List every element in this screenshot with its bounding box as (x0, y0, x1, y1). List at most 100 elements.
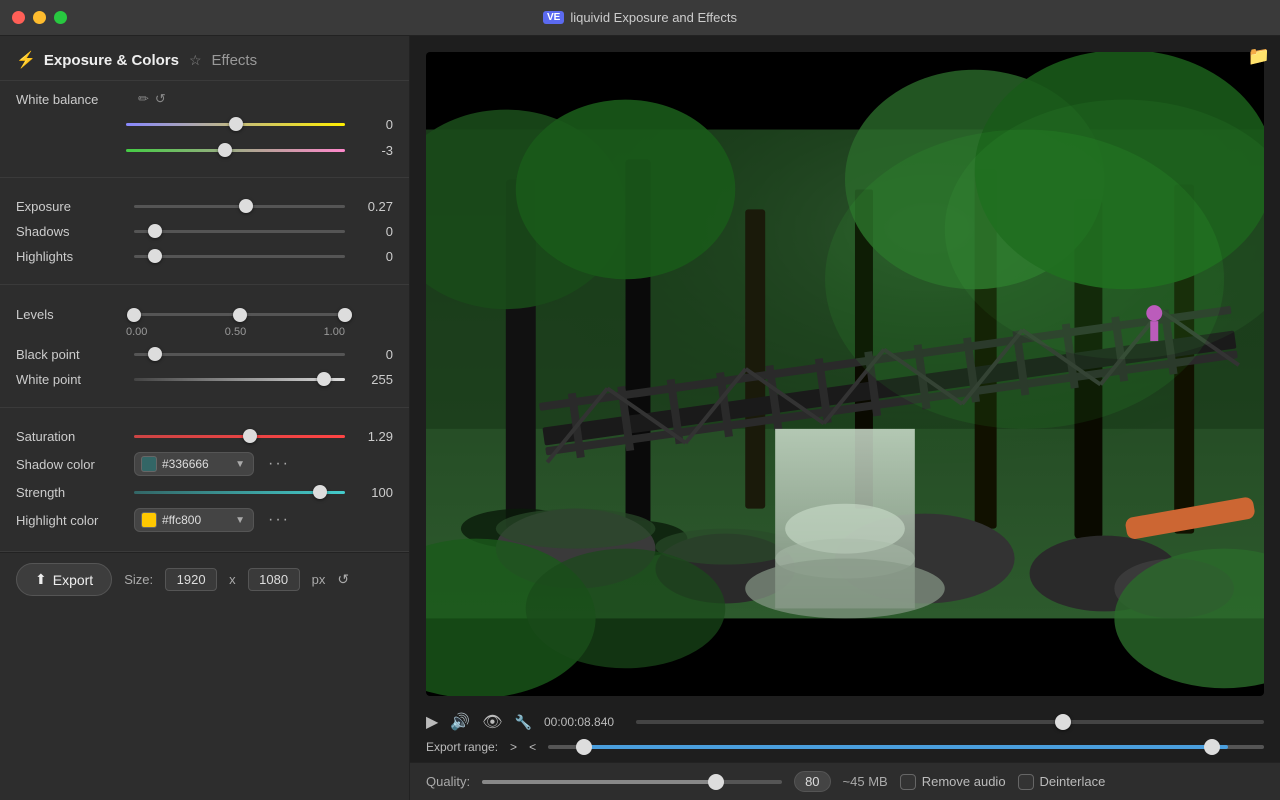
shadows-label: Shadows (16, 224, 126, 239)
wb-thumb1[interactable] (229, 117, 243, 131)
exposure-label: Exposure (16, 199, 126, 214)
white-point-track (134, 378, 345, 381)
quality-value-badge: 80 (794, 771, 830, 792)
close-button[interactable] (12, 11, 25, 24)
shadows-slider[interactable] (134, 222, 345, 240)
remove-audio-checkbox[interactable]: Remove audio (900, 774, 1006, 790)
range-track[interactable] (548, 745, 1264, 749)
exposure-thumb[interactable] (239, 199, 253, 213)
quality-bar: Quality: 80 ~45 MB Remove audio Deinterl… (410, 762, 1280, 800)
remove-audio-check-box[interactable] (900, 774, 916, 790)
wb-track2 (126, 149, 345, 152)
levels-thumb-left[interactable] (127, 308, 141, 322)
panel-header: ⚡ Exposure & Colors ☆ Effects (0, 36, 409, 81)
refresh-icon[interactable]: ↺ (337, 571, 349, 588)
levels-track[interactable] (134, 313, 345, 316)
deinterlace-check-box[interactable] (1018, 774, 1034, 790)
shadow-color-row: Shadow color #336666 ▼ ··· (16, 452, 393, 476)
wb-slider2-row: -3 (16, 141, 393, 159)
maximize-button[interactable] (54, 11, 67, 24)
px-label: px (312, 572, 326, 587)
strength-label: Strength (16, 485, 126, 500)
size-x-sep: x (229, 572, 236, 587)
right-panel: 📁 (410, 36, 1280, 800)
highlight-color-more-button[interactable]: ··· (262, 509, 296, 531)
star-icon[interactable]: ☆ (189, 52, 202, 69)
white-point-label: White point (16, 372, 126, 387)
strength-slider[interactable] (134, 483, 345, 501)
levels-thumb-mid[interactable] (233, 308, 247, 322)
wb-icons: ✏ ↺ (138, 91, 166, 107)
deinterlace-checkbox[interactable]: Deinterlace (1018, 774, 1106, 790)
range-fill (584, 745, 1228, 749)
white-point-slider[interactable] (134, 370, 345, 388)
dropdown-arrow-icon: ▼ (235, 459, 245, 470)
wrench-icon[interactable]: 🔧 (515, 714, 532, 731)
shadows-thumb[interactable] (148, 224, 162, 238)
shadow-color-swatch (141, 456, 157, 472)
shadow-color-value: #336666 (162, 457, 209, 471)
effects-tab[interactable]: Effects (212, 52, 258, 69)
highlights-value: 0 (353, 249, 393, 264)
eyedropper-icon[interactable]: ✏ (138, 91, 149, 107)
black-point-slider[interactable] (134, 345, 345, 363)
black-point-label: Black point (16, 347, 126, 362)
black-point-row: Black point 0 (16, 345, 393, 363)
range-arrow-right-icon[interactable]: > (510, 740, 517, 754)
range-arrow-left-icon[interactable]: < (529, 740, 536, 754)
white-point-thumb[interactable] (317, 372, 331, 386)
timeline-track[interactable] (636, 720, 1264, 724)
quality-thumb[interactable] (708, 774, 724, 790)
shadow-color-dropdown[interactable]: #336666 ▼ (134, 452, 254, 476)
range-thumb-right[interactable] (1204, 739, 1220, 755)
width-input[interactable] (165, 568, 217, 591)
minimize-button[interactable] (33, 11, 46, 24)
left-panel: ⚡ Exposure & Colors ☆ Effects White bala… (0, 36, 410, 800)
black-point-track (134, 353, 345, 356)
saturation-row: Saturation 1.29 (16, 427, 393, 445)
levels-slider-wrap: Levels (16, 307, 393, 322)
export-button[interactable]: ⬆ Export (16, 563, 112, 596)
app-icon: VE (543, 11, 564, 24)
shadows-track (134, 230, 345, 233)
timeline-thumb[interactable] (1055, 714, 1071, 730)
eye-icon[interactable]: 👁 (482, 712, 502, 732)
levels-thumb-right[interactable] (338, 308, 352, 322)
volume-icon[interactable]: 🔊 (450, 712, 470, 732)
saturation-value: 1.29 (353, 429, 393, 444)
app-name: liquivid Exposure and Effects (570, 10, 737, 25)
black-point-value: 0 (353, 347, 393, 362)
quality-track[interactable] (482, 780, 782, 784)
size-label: Size: (124, 572, 153, 587)
shadows-value: 0 (353, 224, 393, 239)
window-buttons[interactable] (12, 11, 67, 24)
video-frame (426, 52, 1264, 696)
video-preview (410, 36, 1280, 704)
white-point-row: White point 255 (16, 370, 393, 388)
saturation-slider[interactable] (134, 427, 345, 445)
color-section: Saturation 1.29 Shadow color #336666 ▼ ·… (0, 408, 409, 552)
wb-slider2[interactable] (126, 141, 345, 159)
export-icon: ⬆ (35, 571, 47, 588)
folder-button[interactable]: 📁 (1248, 46, 1270, 67)
exposure-value: 0.27 (353, 199, 393, 214)
sliders-icon: ⚡ (16, 50, 36, 70)
exposure-row: Exposure 0.27 (16, 197, 393, 215)
range-thumb-left[interactable] (576, 739, 592, 755)
black-point-thumb[interactable] (148, 347, 162, 361)
height-input[interactable] (248, 568, 300, 591)
playback-bar: ▶ 🔊 👁 🔧 00:00:08.840 (410, 704, 1280, 736)
saturation-thumb[interactable] (243, 429, 257, 443)
reset-icon[interactable]: ↺ (155, 91, 166, 107)
wb-thumb2[interactable] (218, 143, 232, 157)
play-button[interactable]: ▶ (426, 712, 438, 732)
export-label: Export (53, 572, 93, 588)
strength-thumb[interactable] (313, 485, 327, 499)
levels-mid-value: 0.50 (225, 326, 246, 338)
exposure-slider[interactable] (134, 197, 345, 215)
highlights-thumb[interactable] (148, 249, 162, 263)
highlights-slider[interactable] (134, 247, 345, 265)
wb-slider1[interactable] (126, 115, 345, 133)
highlight-color-dropdown[interactable]: #ffc800 ▼ (134, 508, 254, 532)
shadow-color-more-button[interactable]: ··· (262, 453, 296, 475)
